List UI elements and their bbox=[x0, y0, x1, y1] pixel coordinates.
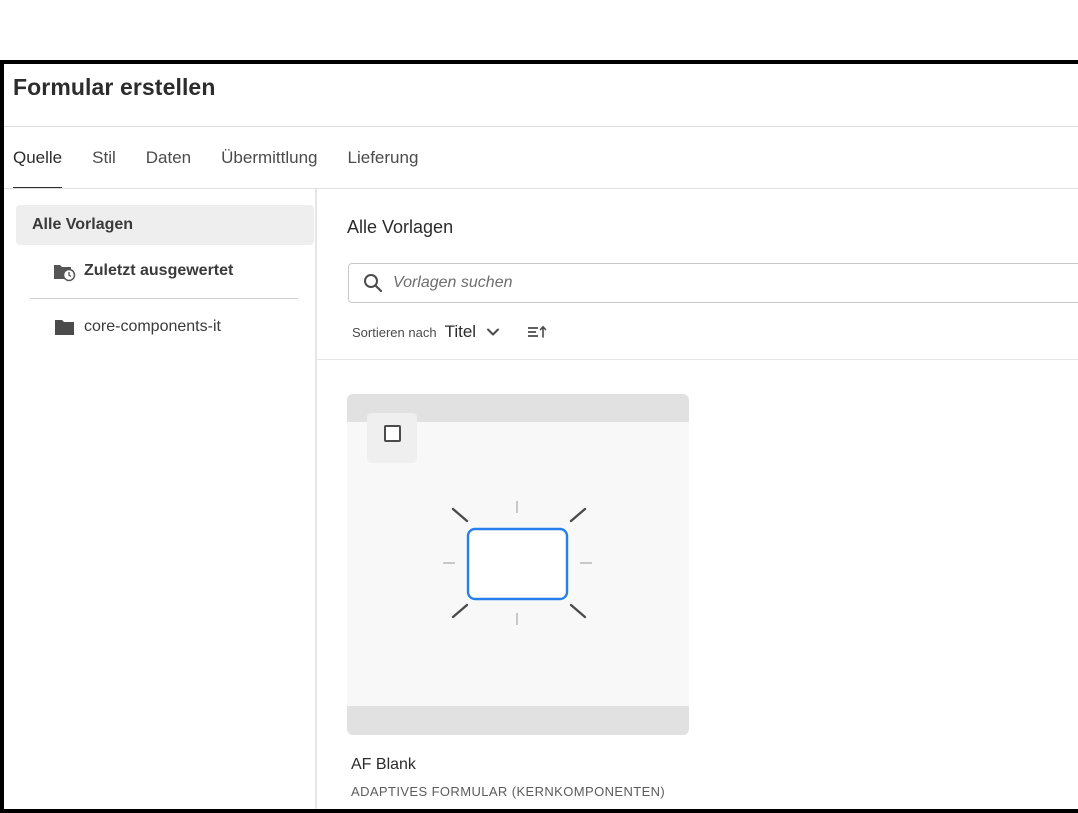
sort-control: Sortieren nach Titel bbox=[352, 319, 550, 345]
chevron-down-icon[interactable] bbox=[486, 325, 500, 339]
create-form-dialog: Formular erstellen Quelle Stil Daten Übe… bbox=[0, 60, 1078, 813]
tab-stil[interactable]: Stil bbox=[92, 148, 116, 188]
template-title: AF Blank bbox=[351, 756, 416, 773]
page-title: Alle Vorlagen bbox=[347, 217, 454, 237]
sort-label: Sortieren nach bbox=[352, 324, 437, 340]
sidebar-item-label: Zuletzt ausgewertet bbox=[84, 262, 234, 279]
main-divider bbox=[317, 359, 1078, 360]
tab-bar: Quelle Stil Daten Übermittlung Lieferung bbox=[13, 148, 448, 189]
title-divider bbox=[4, 126, 1078, 127]
folder-recent-icon bbox=[52, 260, 78, 282]
sidebar-item-all-templates[interactable]: Alle Vorlagen bbox=[16, 205, 314, 245]
sidebar-item-core-components-it[interactable]: core-components-it bbox=[52, 313, 221, 341]
checkbox-icon bbox=[384, 425, 401, 442]
folder-icon bbox=[52, 316, 78, 338]
sidebar: Alle Vorlagen Zuletzt ausgewertet core-c… bbox=[4, 189, 318, 809]
template-card[interactable] bbox=[347, 394, 689, 735]
sidebar-item-label: core-components-it bbox=[84, 318, 221, 335]
blank-form-illustration bbox=[443, 501, 592, 625]
tab-lieferung[interactable]: Lieferung bbox=[348, 148, 419, 188]
search-icon bbox=[363, 273, 383, 293]
sidebar-separator bbox=[30, 298, 298, 299]
sort-order-icon[interactable] bbox=[526, 323, 550, 341]
tab-quelle[interactable]: Quelle bbox=[13, 148, 63, 189]
sort-field-picker[interactable]: Titel bbox=[445, 322, 477, 342]
dialog-title: Formular erstellen bbox=[13, 74, 216, 100]
main-panel: Alle Vorlagen Sortieren nach Titel bbox=[317, 189, 1078, 809]
search-input[interactable] bbox=[393, 274, 993, 292]
card-checkbox[interactable] bbox=[367, 413, 417, 463]
template-type: ADAPTIVES FORMULAR (KERNKOMPONENTEN) bbox=[351, 784, 666, 799]
tab-uebermittlung[interactable]: Übermittlung bbox=[221, 148, 317, 188]
tab-daten[interactable]: Daten bbox=[146, 148, 191, 188]
search-field[interactable] bbox=[348, 263, 1078, 303]
sidebar-item-recently-evaluated[interactable]: Zuletzt ausgewertet bbox=[52, 257, 233, 285]
